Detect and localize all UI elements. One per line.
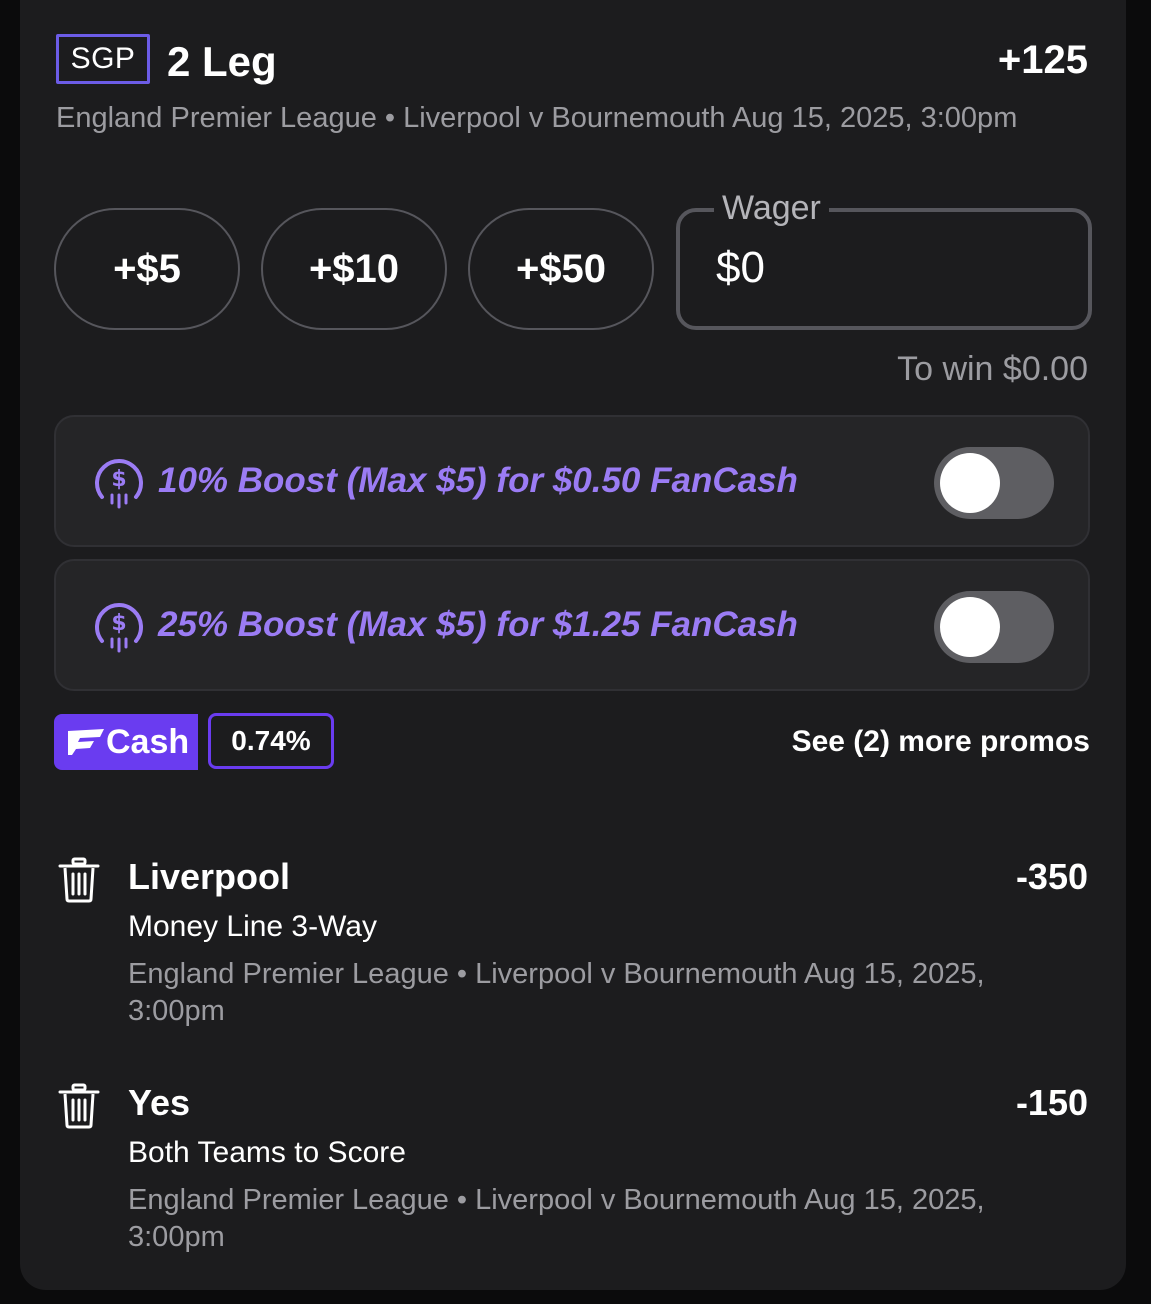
to-win-amount: To win $0.00 — [897, 350, 1088, 388]
boost-label: 10% Boost (Max $5) for $0.50 FanCash — [158, 461, 798, 500]
leg-selection: Liverpool — [128, 856, 291, 897]
fancash-percent: 0.74% — [208, 713, 334, 769]
toggle-knob — [940, 453, 1000, 513]
leg-selection: Yes — [128, 1082, 191, 1123]
event-info: England Premier League • Liverpool v Bou… — [56, 102, 1018, 134]
total-odds: +125 — [997, 38, 1088, 82]
bet-slip-card: SGP 2 Leg +125 England Premier League • … — [20, 0, 1126, 1290]
leg-event-info: England Premier League • Liverpool v Bou… — [128, 1184, 985, 1253]
boost-row-10: $ 10% Boost (Max $5) for $0.50 FanCash — [54, 415, 1090, 547]
leg-event-info: England Premier League • Liverpool v Bou… — [128, 958, 985, 1027]
trash-icon[interactable] — [56, 856, 102, 904]
svg-text:$: $ — [111, 611, 126, 636]
fancash-badge: Cash — [54, 714, 198, 770]
leg-odds: -150 — [1015, 1082, 1088, 1123]
wager-value: $0 — [716, 243, 765, 292]
leg-odds: -350 — [1015, 856, 1088, 897]
bet-header: SGP 2 Leg +125 — [56, 34, 1088, 90]
leg-item: Yes -150 Both Teams to Score England Pre… — [56, 1082, 1088, 1282]
fancash-coin-icon: $ — [95, 603, 143, 653]
leg-count-title: 2 Leg — [167, 38, 277, 85]
sgp-badge: SGP — [56, 34, 150, 84]
boost-toggle-25[interactable] — [934, 591, 1054, 663]
fancash-badge-text: Cash — [106, 723, 190, 761]
fancash-logo-icon — [68, 729, 104, 755]
wager-input[interactable]: Wager $0 — [676, 190, 1092, 330]
toggle-knob — [940, 597, 1000, 657]
add-50-button[interactable]: +$50 — [468, 208, 654, 330]
leg-market: Money Line 3-Way — [128, 910, 377, 943]
see-more-promos-link[interactable]: See (2) more promos — [792, 722, 1090, 762]
fancash-coin-icon: $ — [95, 459, 143, 509]
boost-row-25: $ 25% Boost (Max $5) for $1.25 FanCash — [54, 559, 1090, 691]
wager-label: Wager — [714, 190, 829, 226]
add-5-button[interactable]: +$5 — [54, 208, 240, 330]
boost-toggle-10[interactable] — [934, 447, 1054, 519]
boost-label: 25% Boost (Max $5) for $1.25 FanCash — [158, 605, 798, 644]
trash-icon[interactable] — [56, 1082, 102, 1130]
leg-market: Both Teams to Score — [128, 1136, 406, 1169]
svg-text:$: $ — [111, 467, 126, 492]
add-10-button[interactable]: +$10 — [261, 208, 447, 330]
leg-item: Liverpool -350 Money Line 3-Way England … — [56, 856, 1088, 1056]
